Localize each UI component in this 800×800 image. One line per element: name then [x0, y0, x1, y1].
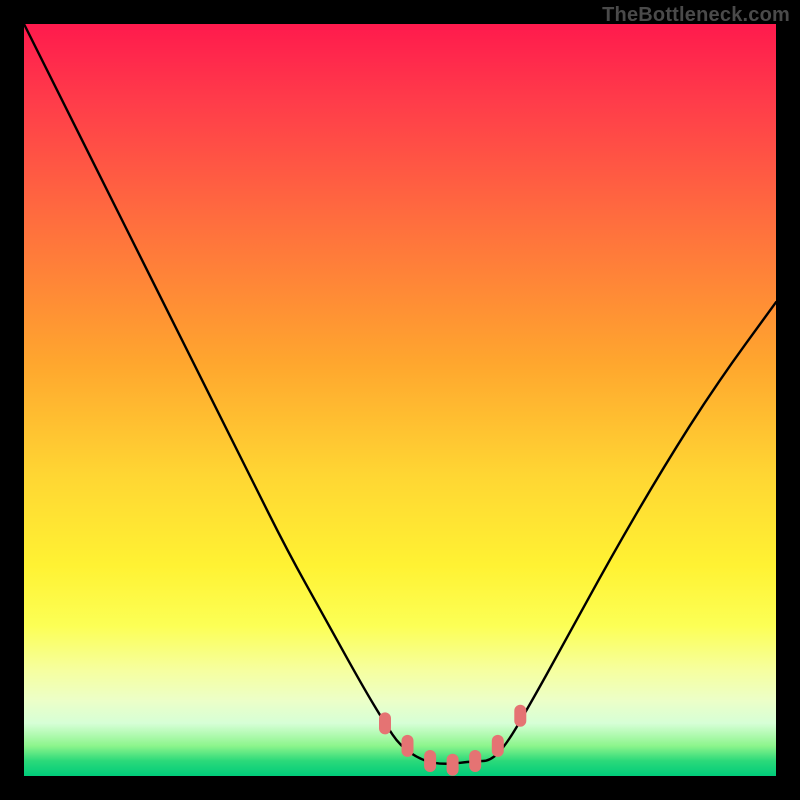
- marker-left-lower: [402, 735, 414, 757]
- marker-trough-3: [469, 750, 481, 772]
- marker-right-lower: [492, 735, 504, 757]
- curve-markers: [379, 705, 526, 776]
- marker-trough-2: [447, 754, 459, 776]
- bottleneck-curve: [24, 24, 776, 764]
- marker-left-upper: [379, 712, 391, 734]
- marker-trough-1: [424, 750, 436, 772]
- chart-svg: [24, 24, 776, 776]
- watermark-text: TheBottleneck.com: [602, 4, 790, 27]
- chart-frame: TheBottleneck.com: [0, 0, 800, 800]
- marker-right-upper: [514, 705, 526, 727]
